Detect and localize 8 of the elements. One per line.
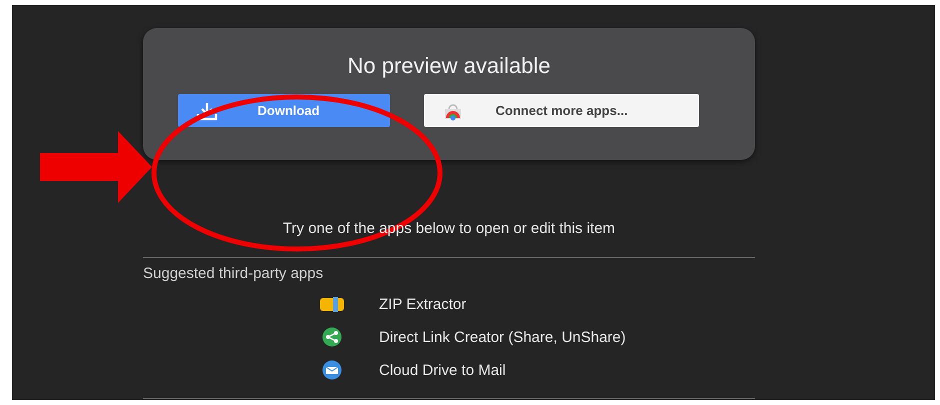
connect-apps-button[interactable]: Connect more apps... [424,94,698,127]
app-item[interactable]: ZIP Extractor [379,296,466,312]
section-heading: Suggested third-party apps [143,265,324,282]
preview-title: No preview available [348,53,550,79]
app-item[interactable]: Cloud Drive to Mail [379,362,506,378]
zip-icon [319,296,345,312]
download-icon [196,100,218,120]
app-item[interactable]: Direct Link Creator (Share, UnShare) [379,328,626,346]
